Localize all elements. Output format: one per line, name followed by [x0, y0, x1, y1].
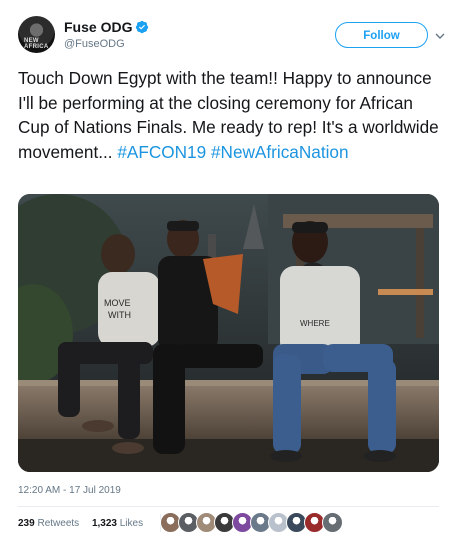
tweet-text: Touch Down Egypt with the team!! Happy t…	[18, 66, 443, 164]
likes-count: 1,323	[91, 517, 117, 529]
retweets-stat[interactable]: 239 Retweets	[18, 518, 79, 529]
hashtag-newafricanation[interactable]: #NewAfricaNation	[211, 142, 349, 162]
likes-stat[interactable]: 1,323 Likes	[92, 518, 143, 529]
tweet-stats: 239 Retweets 1,323 Likes	[18, 514, 161, 532]
author-name[interactable]: Fuse ODG	[64, 19, 149, 35]
tweet-header: NEW AFRICA Fuse ODG @FuseODG Follow	[18, 14, 445, 58]
hashtag-afcon19[interactable]: #AFCON19	[117, 142, 206, 162]
divider	[18, 506, 439, 507]
chevron-down-icon[interactable]	[435, 31, 445, 41]
tweet-timestamp[interactable]: 12:20 AM - 17 Jul 2019	[18, 485, 121, 496]
svg-text:WHERE: WHERE	[300, 319, 330, 328]
retweets-label: Retweets	[37, 517, 80, 529]
likes-label: Likes	[119, 517, 144, 529]
avatar-caption: NEW AFRICA	[24, 38, 49, 50]
follow-button[interactable]: Follow	[335, 22, 428, 48]
verified-badge-icon	[136, 20, 149, 34]
tweet-photo[interactable]: MOVE WITH WHERE	[18, 194, 439, 472]
liker-avatar[interactable]	[322, 512, 343, 533]
svg-text:MOVE: MOVE	[104, 298, 131, 308]
author-handle[interactable]: @FuseODG	[64, 38, 125, 50]
author-name-text: Fuse ODG	[64, 19, 133, 35]
retweets-count: 239	[18, 517, 35, 529]
svg-text:WITH: WITH	[108, 310, 131, 320]
photo-three-men-sitting-on-ledge: MOVE WITH WHERE	[18, 194, 439, 472]
avatar[interactable]: NEW AFRICA	[18, 16, 55, 53]
